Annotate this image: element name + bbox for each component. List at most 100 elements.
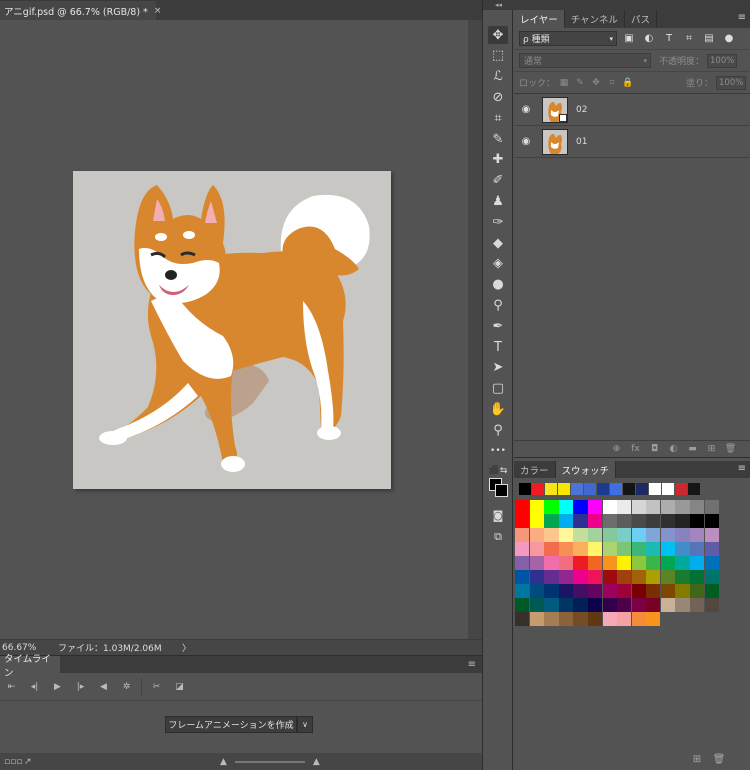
color-swatch[interactable] xyxy=(704,556,719,570)
color-swatch[interactable] xyxy=(529,598,544,612)
color-swatch[interactable] xyxy=(689,514,705,528)
quick-select-tool-icon[interactable]: ⊘ xyxy=(488,88,508,106)
color-swatch[interactable] xyxy=(617,528,632,542)
recent-swatch[interactable] xyxy=(610,483,622,495)
vertical-scrollbar[interactable] xyxy=(468,20,482,639)
color-swatch[interactable] xyxy=(515,556,530,570)
color-swatch[interactable] xyxy=(660,570,675,584)
color-swatch[interactable] xyxy=(588,542,603,556)
history-brush-icon[interactable]: ✑ xyxy=(488,213,508,231)
zoom-tool-icon[interactable]: ⚲ xyxy=(488,421,508,439)
color-swatch[interactable] xyxy=(602,500,617,514)
color-swatch[interactable] xyxy=(515,612,530,626)
type-filter-icon[interactable]: T xyxy=(661,32,677,46)
zoom-slider[interactable] xyxy=(234,760,305,763)
close-icon[interactable]: × xyxy=(154,6,162,16)
color-swatch[interactable] xyxy=(617,556,632,570)
color-swatch[interactable] xyxy=(602,556,617,570)
hand-tool-icon[interactable]: ✋ xyxy=(488,400,508,418)
color-swatch[interactable] xyxy=(675,556,690,570)
settings-icon[interactable]: ✲ xyxy=(115,682,138,692)
color-swatch[interactable] xyxy=(689,528,705,542)
color-swatch[interactable] xyxy=(617,570,632,584)
shape-tool-icon[interactable]: ▢ xyxy=(488,380,508,398)
color-swatch[interactable] xyxy=(529,556,544,570)
recent-swatch[interactable] xyxy=(597,483,609,495)
move-tool-icon[interactable]: ✥ xyxy=(488,26,508,44)
adjustment-layer-icon[interactable]: ◐ xyxy=(664,444,683,454)
quick-mask-icon[interactable]: ◙ xyxy=(488,506,508,524)
document-tab[interactable]: アニgif.psd @ 66.7% (RGB/8) * × xyxy=(0,0,161,20)
color-swatch[interactable] xyxy=(631,542,646,556)
color-swatch[interactable] xyxy=(588,584,603,598)
paint-bucket-icon[interactable]: ◈ xyxy=(488,255,508,273)
layer-kind-select[interactable]: ρ 種類 ▾ xyxy=(519,31,617,46)
color-swatch[interactable] xyxy=(529,584,544,598)
split-icon[interactable]: ✂ xyxy=(145,682,168,692)
fill-field[interactable]: 100% xyxy=(716,75,746,90)
color-swatch[interactable] xyxy=(529,528,544,542)
recent-swatch[interactable] xyxy=(584,483,596,495)
color-swatch[interactable] xyxy=(704,598,719,612)
opacity-field[interactable]: 100% xyxy=(707,53,738,68)
color-swatch[interactable] xyxy=(646,528,661,542)
color-swatch[interactable] xyxy=(588,514,603,528)
color-swatch[interactable] xyxy=(646,598,661,612)
color-swatch[interactable] xyxy=(573,612,588,626)
shape-filter-icon[interactable]: ⌗ xyxy=(681,32,697,46)
color-swatch[interactable] xyxy=(646,514,661,528)
color-swatch[interactable] xyxy=(544,612,559,626)
color-swatch[interactable] xyxy=(573,500,588,514)
marquee-tool-icon[interactable]: ⬚ xyxy=(488,47,508,65)
color-swatch[interactable] xyxy=(704,500,719,514)
color-swatch[interactable] xyxy=(617,598,632,612)
dodge-tool-icon[interactable]: ⚲ xyxy=(488,296,508,314)
layers-menu-icon[interactable]: ≡ xyxy=(738,12,746,23)
delete-layer-icon[interactable]: 🗑 xyxy=(721,444,740,454)
color-swatch[interactable] xyxy=(704,528,719,542)
color-swatch[interactable] xyxy=(617,584,632,598)
color-swatch[interactable] xyxy=(588,528,603,542)
tab-paths[interactable]: パス xyxy=(625,10,657,28)
color-swatch[interactable] xyxy=(631,598,646,612)
color-swatch[interactable] xyxy=(558,570,574,584)
color-swatch[interactable] xyxy=(617,542,632,556)
color-swatch[interactable] xyxy=(558,514,574,528)
recent-swatch[interactable] xyxy=(545,483,557,495)
color-swatch[interactable] xyxy=(660,584,675,598)
zoom-in-icon[interactable]: ▲ xyxy=(313,757,320,767)
color-swatch[interactable] xyxy=(689,584,705,598)
panel-grip[interactable] xyxy=(514,0,750,10)
blur-tool-icon[interactable]: ● xyxy=(488,276,508,294)
swatches-menu-icon[interactable]: ≡ xyxy=(738,463,746,474)
color-swatch[interactable] xyxy=(660,514,675,528)
color-swatch[interactable] xyxy=(588,598,603,612)
tab-swatches[interactable]: スウォッチ xyxy=(555,461,617,478)
screen-mode-icon[interactable]: ⧉ xyxy=(488,528,508,546)
color-swatch[interactable] xyxy=(689,500,705,514)
chevron-down-icon[interactable]: ∨ xyxy=(297,716,313,733)
toolbar-grip[interactable]: ◂◂ xyxy=(483,0,514,10)
audio-icon[interactable]: ◀ xyxy=(92,682,115,692)
color-swatch[interactable] xyxy=(631,584,646,598)
smart-object-filter-icon[interactable]: ▤ xyxy=(701,32,717,46)
play-icon[interactable]: ▶ xyxy=(46,682,69,692)
color-swatch[interactable] xyxy=(573,528,588,542)
color-swatch[interactable] xyxy=(515,584,530,598)
color-swatch[interactable] xyxy=(646,570,661,584)
background-color-swatch[interactable] xyxy=(495,484,508,497)
recent-swatch[interactable] xyxy=(532,483,544,495)
color-swatch[interactable] xyxy=(646,556,661,570)
layer-row[interactable]: ◉ 01 xyxy=(514,126,750,158)
recent-swatch[interactable] xyxy=(649,483,661,495)
more-tools-icon[interactable]: ••• xyxy=(488,442,508,460)
new-layer-icon[interactable]: ⊞ xyxy=(702,444,721,454)
tab-layers[interactable]: レイヤー xyxy=(514,10,565,28)
lock-paint-icon[interactable]: ✎ xyxy=(573,78,587,88)
color-swatch[interactable] xyxy=(675,584,690,598)
filter-toggle-icon[interactable]: ● xyxy=(721,32,737,46)
color-swatch[interactable] xyxy=(515,500,530,514)
color-swatch[interactable] xyxy=(704,570,719,584)
color-swatch[interactable] xyxy=(588,570,603,584)
color-swatch[interactable] xyxy=(529,542,544,556)
